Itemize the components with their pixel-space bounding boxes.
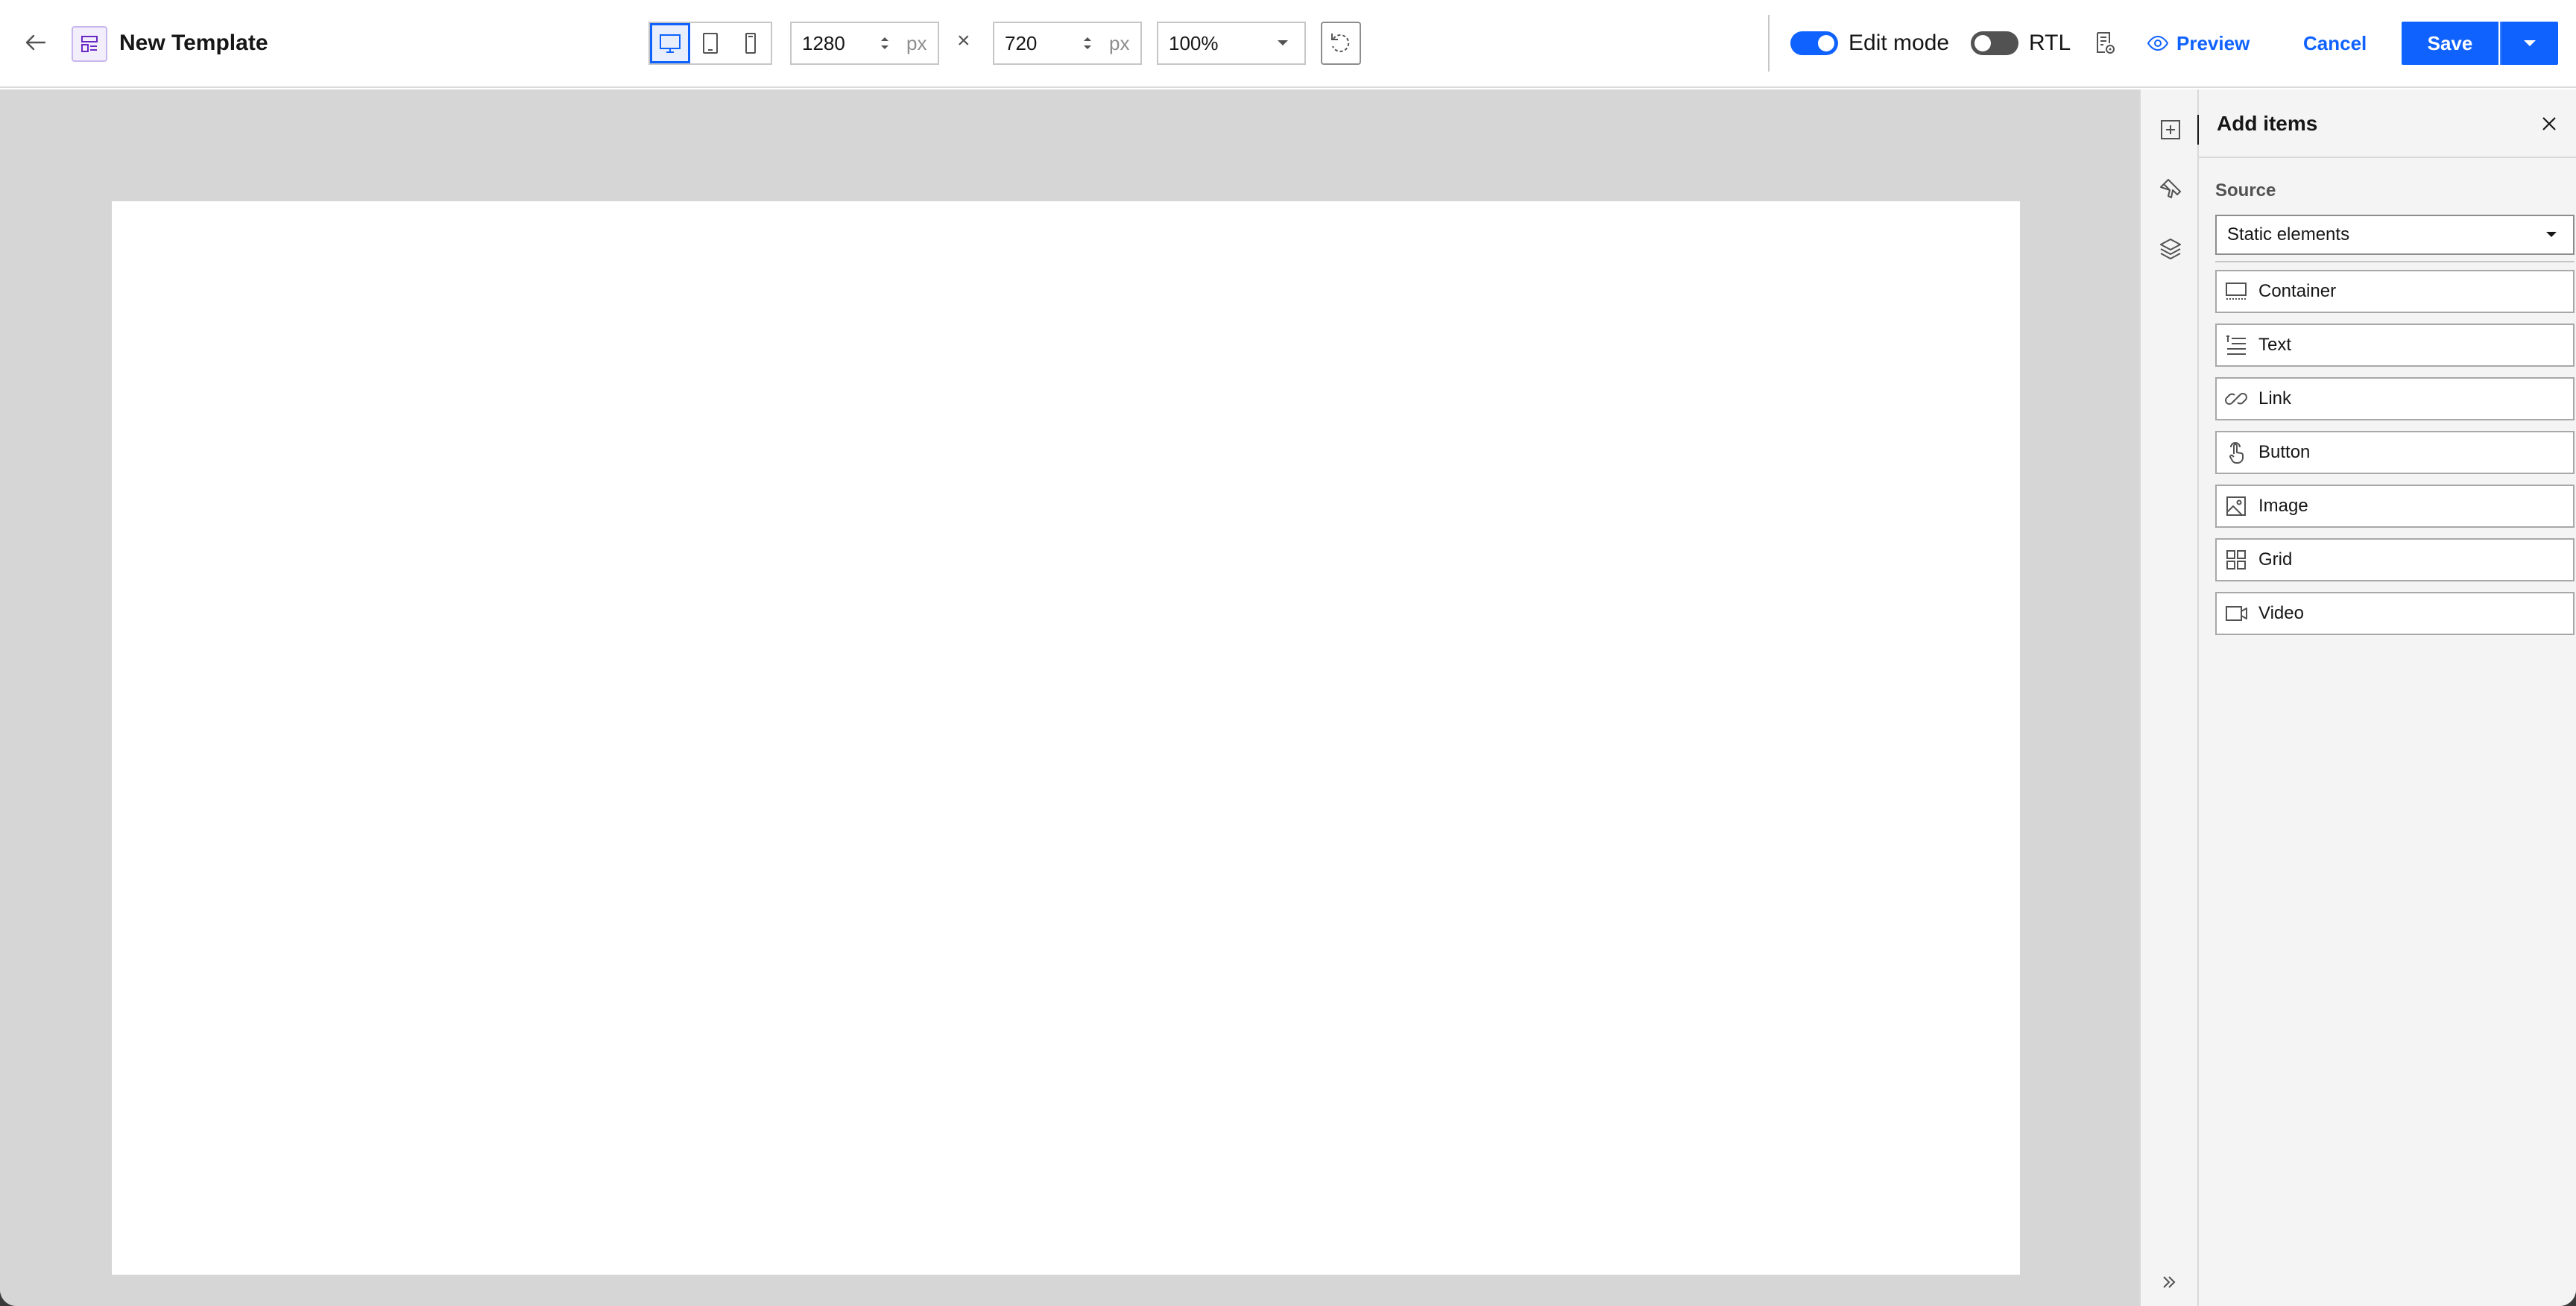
desktop-icon: [660, 34, 681, 53]
add-container-item[interactable]: Container: [2215, 270, 2575, 313]
add-video-item[interactable]: Video: [2215, 592, 2575, 635]
mobile-icon: [745, 33, 756, 54]
caret-up-icon: [881, 37, 888, 41]
container-icon: [2226, 283, 2247, 300]
source-value: Static elements: [2227, 224, 2350, 245]
template-editor: New Template 1280 px × 720 px 100% Edit …: [0, 0, 2576, 1306]
expand-panel-button[interactable]: [2151, 1264, 2187, 1300]
add-items-tab[interactable]: [2150, 109, 2200, 151]
image-icon: [2226, 496, 2246, 516]
preview-label: Preview: [2176, 31, 2250, 54]
zoom-select[interactable]: 100%: [1157, 22, 1306, 65]
rtl-toggle[interactable]: [1971, 31, 2018, 55]
caret-down-icon: [1278, 40, 1288, 45]
text-icon: [2226, 335, 2246, 355]
chevron-double-right-icon: [2163, 1276, 2176, 1288]
source-label: Source: [2215, 180, 2276, 201]
add-items-panel: Add items Source Static elements Contain…: [2199, 89, 2576, 1306]
grid-icon: [2226, 550, 2246, 570]
item-label: Link: [2258, 388, 2292, 408]
tablet-icon: [703, 33, 718, 54]
layers-icon: [2160, 239, 2181, 259]
add-link-item[interactable]: Link: [2215, 377, 2575, 420]
height-stepper[interactable]: [1076, 28, 1099, 58]
panel-header: Add items: [2199, 89, 2576, 158]
template-settings-button[interactable]: [2086, 24, 2124, 63]
height-unit: px: [1109, 31, 1130, 54]
style-brush-icon: [2160, 179, 2181, 198]
save-options-button[interactable]: [2500, 22, 2558, 65]
rotate-canvas-button[interactable]: [1321, 22, 1361, 65]
link-icon: [2225, 393, 2247, 405]
width-unit: px: [906, 31, 927, 54]
item-label: Text: [2258, 335, 2292, 355]
caret-down-icon: [2524, 40, 2536, 46]
edit-mode-label: Edit mode: [1849, 31, 1950, 55]
source-divider: [2215, 261, 2575, 262]
source-select[interactable]: Static elements: [2215, 215, 2575, 255]
height-value: 720: [1005, 31, 1038, 54]
preview-button[interactable]: Preview: [2147, 25, 2250, 61]
toolbar-divider: [1768, 15, 1770, 72]
add-text-item[interactable]: Text: [2215, 324, 2575, 367]
rtl-label: RTL: [2029, 31, 2071, 55]
width-value: 1280: [802, 31, 845, 54]
document-settings-icon: [2097, 32, 2115, 54]
width-stepper[interactable]: [874, 28, 896, 58]
save-button[interactable]: Save: [2402, 22, 2498, 65]
close-icon: [2542, 117, 2556, 130]
template-icon: [72, 26, 107, 62]
add-items-icon: [2161, 120, 2180, 139]
tablet-view-button[interactable]: [690, 23, 730, 63]
back-button[interactable]: [15, 22, 57, 63]
rotate-icon: [1331, 34, 1350, 52]
item-label: Image: [2258, 496, 2308, 516]
element-list: Container Text Link Button Image Grid Vi…: [2215, 270, 2575, 646]
side-rail: [2139, 89, 2200, 1306]
layers-tab[interactable]: [2150, 228, 2191, 270]
desktop-view-button[interactable]: [650, 23, 690, 63]
item-label: Button: [2258, 442, 2311, 462]
canvas-width-input[interactable]: 1280 px: [790, 22, 939, 65]
item-label: Video: [2258, 603, 2304, 623]
canvas-height-input[interactable]: 720 px: [993, 22, 1142, 65]
button-icon: [2229, 442, 2244, 464]
zoom-value: 100%: [1169, 31, 1219, 54]
close-panel-button[interactable]: [2531, 106, 2567, 142]
canvas-workspace: [0, 89, 2139, 1306]
item-label: Container: [2258, 281, 2337, 301]
arrow-left-icon: [25, 34, 46, 51]
video-icon: [2226, 606, 2247, 621]
dimension-separator: ×: [957, 28, 970, 53]
add-grid-item[interactable]: Grid: [2215, 538, 2575, 581]
device-switcher: [648, 22, 772, 65]
eye-icon: [2147, 35, 2169, 51]
panel-title: Add items: [2217, 112, 2318, 135]
caret-down-icon: [2546, 232, 2557, 237]
edit-mode-toggle[interactable]: [1790, 31, 1838, 55]
caret-down-icon: [1084, 45, 1091, 49]
item-label: Grid: [2258, 549, 2293, 570]
page-title: New Template: [119, 31, 268, 55]
add-image-item[interactable]: Image: [2215, 485, 2575, 528]
cancel-button[interactable]: Cancel: [2303, 28, 2367, 58]
top-toolbar: New Template 1280 px × 720 px 100% Edit …: [0, 0, 2576, 88]
style-tab[interactable]: [2150, 168, 2191, 210]
template-artboard[interactable]: [112, 201, 2020, 1275]
caret-down-icon: [881, 45, 888, 49]
mobile-view-button[interactable]: [730, 23, 771, 63]
caret-up-icon: [1084, 37, 1091, 41]
add-button-item[interactable]: Button: [2215, 431, 2575, 474]
